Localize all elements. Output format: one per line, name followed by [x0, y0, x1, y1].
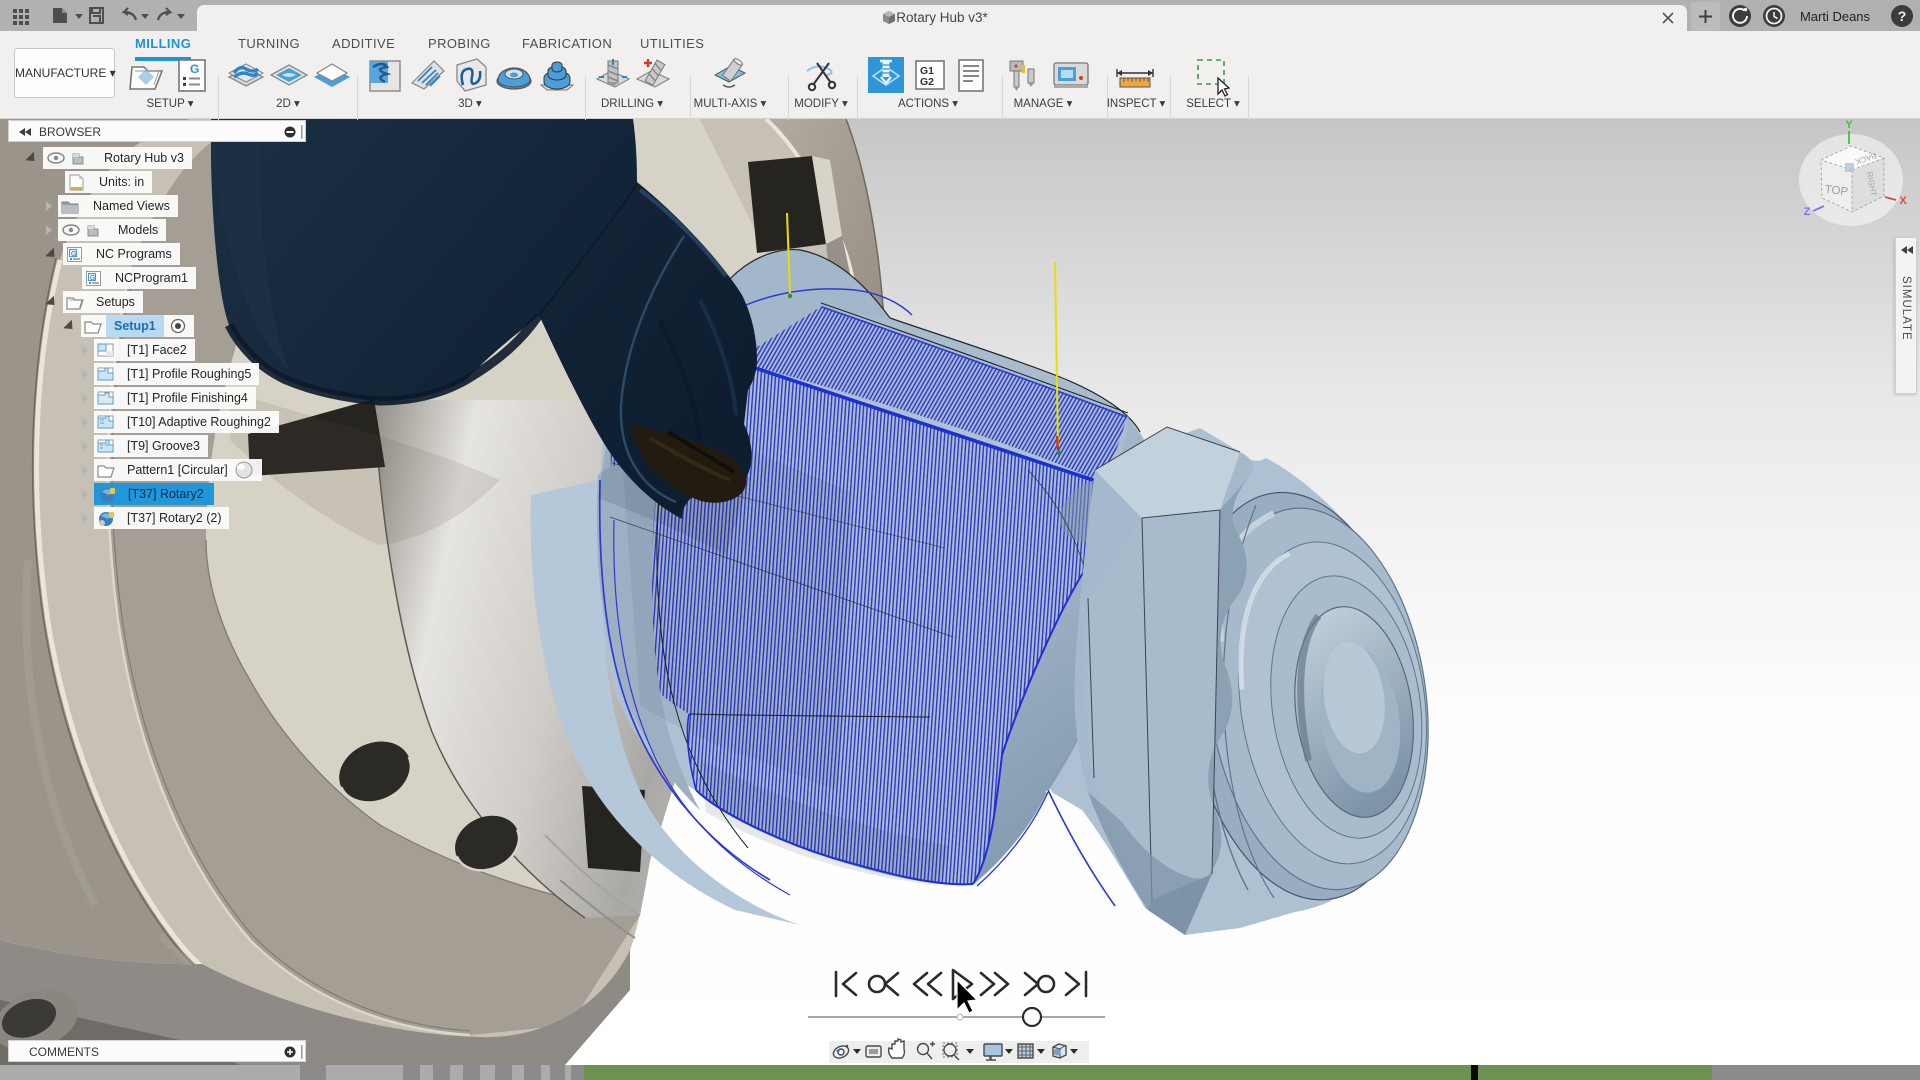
svg-text:G: G: [71, 251, 76, 258]
svg-text:G: G: [90, 275, 95, 282]
svg-text:?: ?: [1898, 8, 1907, 24]
svg-text:X: X: [1899, 195, 1907, 207]
svg-text:G: G: [190, 62, 199, 76]
svg-text:BROWSER: BROWSER: [39, 125, 101, 139]
svg-text:G2: G2: [920, 76, 934, 88]
svg-text:Y: Y: [1845, 119, 1853, 131]
svg-text:Z: Z: [1804, 206, 1811, 218]
svg-text:COMMENTS: COMMENTS: [29, 1045, 99, 1059]
